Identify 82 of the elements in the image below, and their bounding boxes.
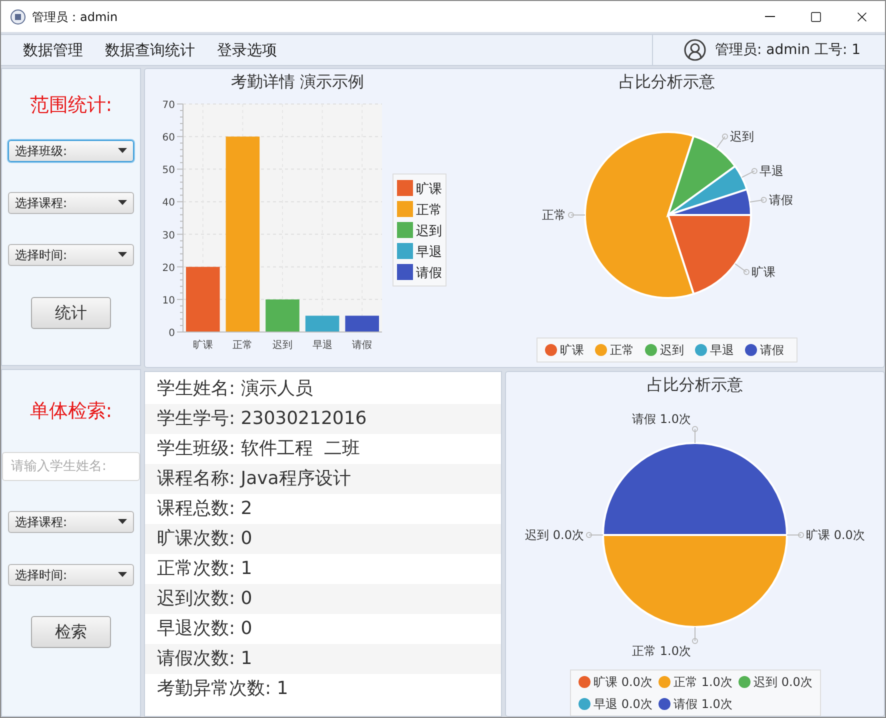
chart-title: 占比分析示意 <box>647 374 743 396</box>
slice-label: 请假 <box>768 192 793 207</box>
slice-label: 迟到 <box>730 130 754 144</box>
axis-category-label: 正常 <box>232 340 253 351</box>
slice-label: 旷课 0.0次 <box>806 528 864 542</box>
leader-line <box>741 168 758 178</box>
legend-label: 迟到 <box>660 343 684 357</box>
axis-tick-label: 10 <box>162 295 175 306</box>
slice-label: 迟到 0.0次 <box>524 528 584 542</box>
leader-line <box>568 212 586 218</box>
info-row: 旷课次数: 0 <box>145 524 501 554</box>
slice-label: 正常 <box>542 208 566 222</box>
legend-label: 请假 <box>416 266 442 281</box>
axis-tick-label: 40 <box>162 198 175 209</box>
axis-tick-label: 70 <box>162 100 175 111</box>
info-row: 迟到次数: 0 <box>145 584 501 614</box>
chart-title: 占比分析示意 <box>619 71 715 93</box>
bar <box>266 299 300 332</box>
legend-label: 正常 <box>610 343 634 357</box>
dropdown[interactable]: 选择班级: <box>8 140 134 162</box>
maximize-icon <box>810 10 822 22</box>
axis-tick-label: 60 <box>162 132 175 144</box>
legend-label: 旷课 0.0次 <box>593 675 652 689</box>
chart-title: 考勤详情 演示示例 <box>230 71 364 93</box>
dropdown[interactable]: 选择课程: <box>8 192 134 214</box>
slice-label: 正常 1.0次 <box>632 644 690 658</box>
window-title: 管理员：admin <box>32 8 118 26</box>
user-icon <box>683 38 707 62</box>
legend-label: 正常 1.0次 <box>673 675 732 689</box>
slice-label: 早退 <box>759 164 784 178</box>
leader-line <box>786 532 804 538</box>
legend-label: 旷课 <box>560 343 584 357</box>
bar <box>186 266 220 332</box>
legend-label: 请假 <box>760 343 784 357</box>
axis-tick-label: 0 <box>168 328 175 339</box>
action-button[interactable]: 统计 <box>31 296 111 328</box>
leader-line <box>692 426 698 444</box>
dropdown[interactable]: 选择时间: <box>8 564 134 586</box>
dropdown[interactable]: 选择课程: <box>8 510 134 532</box>
axis-tick-label: 50 <box>162 165 175 176</box>
user-label: 管理员: admin 工号: 1 <box>715 40 861 60</box>
legend-label: 迟到 <box>416 224 442 239</box>
info-row: 请假次数: 1 <box>145 644 501 674</box>
legend-label: 早退 <box>416 245 442 260</box>
leader-line <box>749 196 767 203</box>
info-row: 学生学号: 23030212016 <box>145 404 501 434</box>
dropdown[interactable]: 选择时间: <box>8 244 134 266</box>
menu-item[interactable]: 数据管理 <box>13 35 93 65</box>
section-title: 单体检索: <box>30 399 112 424</box>
legend-label: 早退 0.0次 <box>593 697 652 711</box>
leader-line <box>692 626 698 644</box>
axis-category-label: 迟到 <box>272 340 292 351</box>
leader-line <box>716 134 728 148</box>
slice-label: 请假 1.0次 <box>632 412 690 426</box>
leader-line <box>586 532 603 538</box>
caret-icon <box>118 200 127 205</box>
caret-icon <box>118 519 127 524</box>
app-icon <box>10 8 26 24</box>
slice-label: 旷课 <box>751 265 776 280</box>
axis-category-label: 早退 <box>312 340 332 351</box>
bar <box>305 316 340 332</box>
caret-icon <box>118 252 127 257</box>
axis-category-label: 旷课 <box>192 340 213 351</box>
axis-tick-label: 30 <box>162 230 175 242</box>
legend-label: 请假 1.0次 <box>673 697 732 711</box>
legend-label: 正常 <box>416 203 442 218</box>
bar <box>345 316 379 332</box>
info-row: 课程名称: Java程序设计 <box>145 464 501 494</box>
axis-category-label: 请假 <box>352 340 372 351</box>
section-title: 范围统计: <box>30 93 112 118</box>
caret-icon <box>118 148 127 153</box>
legend-label: 迟到 0.0次 <box>753 675 812 689</box>
legend-label: 早退 <box>710 343 734 357</box>
menu-item[interactable]: 登录选项 <box>207 35 287 65</box>
menu-item[interactable]: 数据查询统计 <box>95 35 205 65</box>
action-button[interactable]: 检索 <box>31 616 111 648</box>
minimize-icon <box>765 16 775 17</box>
leader-line <box>734 263 750 276</box>
legend-label: 旷课 <box>416 182 442 197</box>
axis-tick-label: 20 <box>162 262 175 274</box>
name-input-field[interactable]: 请输入学生姓名: <box>2 452 140 480</box>
caret-icon <box>118 572 127 577</box>
